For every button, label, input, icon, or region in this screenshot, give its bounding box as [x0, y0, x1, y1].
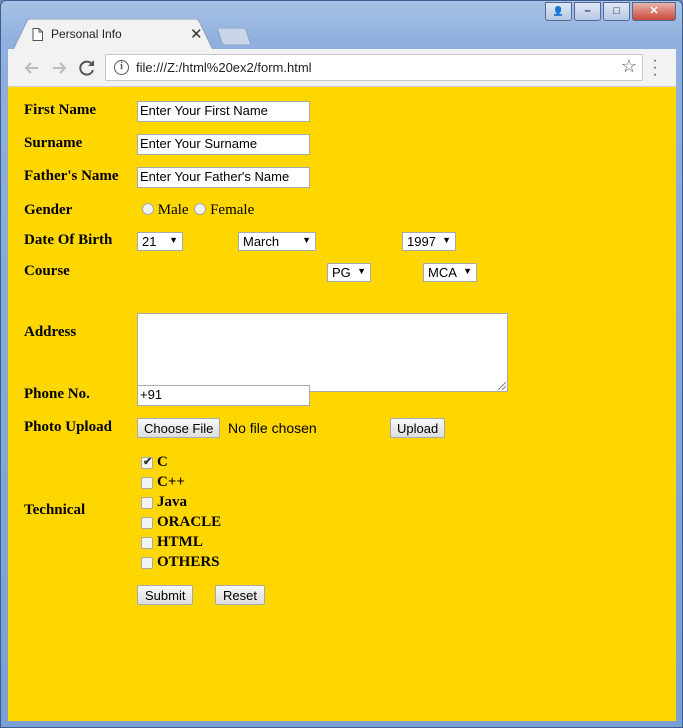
technical-option-others[interactable]: OTHERS: [141, 554, 220, 571]
dob-year-select[interactable]: 1997 ▼: [402, 232, 456, 251]
page-content: First Name Enter Your First Name Surname…: [8, 87, 676, 721]
star-icon[interactable]: ☆: [621, 56, 637, 77]
course-label: Course: [24, 263, 70, 279]
chevron-down-icon: ▼: [302, 235, 311, 245]
technical-label: Technical: [24, 502, 86, 518]
dob-year-value: 1997: [407, 234, 436, 249]
close-icon[interactable]: ✕: [190, 25, 203, 43]
gender-radio-group: Male Female: [137, 202, 254, 219]
checkbox-java[interactable]: [141, 496, 153, 509]
gender-male-label: Male: [157, 202, 189, 218]
arrow-left-icon[interactable]: [21, 57, 43, 79]
technical-option-label: OTHERS: [157, 554, 220, 570]
dob-label: Date Of Birth: [24, 232, 113, 248]
surname-label: Surname: [24, 135, 83, 151]
dob-day-value: 21: [142, 234, 157, 249]
dob-day-select[interactable]: 21 ▼: [137, 232, 183, 251]
phone-input[interactable]: +91: [137, 385, 310, 406]
info-icon[interactable]: i: [114, 60, 129, 75]
resize-handle-icon[interactable]: [498, 382, 506, 390]
technical-option-oracle[interactable]: ORACLE: [141, 514, 221, 531]
technical-option-label: Java: [157, 494, 187, 510]
browser-window: 👤 – □ ✕ Personal Info ✕ i file:///Z:/htm…: [0, 0, 683, 728]
url-text[interactable]: file:///Z:/html%20ex2/form.html: [136, 60, 312, 75]
checkbox-others[interactable]: [141, 556, 153, 569]
course-program-value: MCA: [428, 265, 457, 280]
arrow-right-icon[interactable]: [48, 57, 70, 79]
technical-option-label: C: [157, 454, 168, 470]
chevron-down-icon: ▼: [357, 266, 366, 276]
address-bar[interactable]: i file:///Z:/html%20ex2/form.html ☆: [105, 54, 643, 81]
reload-icon[interactable]: [76, 57, 98, 79]
gender-label: Gender: [24, 202, 73, 218]
maximize-button[interactable]: □: [603, 2, 630, 21]
tab-title: Personal Info: [51, 27, 122, 41]
address-label: Address: [24, 324, 77, 340]
choose-file-button[interactable]: Choose File: [137, 418, 221, 438]
gender-male-radio[interactable]: [142, 203, 154, 215]
minimize-button[interactable]: –: [574, 2, 601, 21]
technical-option-label: ORACLE: [157, 514, 222, 530]
reset-button[interactable]: Reset: [215, 585, 265, 605]
checkbox-oracle[interactable]: [141, 516, 153, 529]
course-level-value: PG: [332, 265, 351, 280]
technical-option-html[interactable]: HTML: [141, 534, 203, 551]
checkbox-html[interactable]: [141, 536, 153, 549]
dob-month-select[interactable]: March ▼: [238, 232, 316, 251]
fathers-name-input[interactable]: Enter Your Father's Name: [137, 167, 310, 188]
new-tab-button[interactable]: [217, 28, 251, 45]
technical-option-label: HTML: [157, 534, 203, 550]
user-icon[interactable]: 👤: [545, 2, 572, 21]
phone-label: Phone No.: [24, 386, 90, 402]
technical-option-cpp[interactable]: C++: [141, 474, 185, 491]
window-controls: 👤 – □ ✕: [543, 2, 676, 22]
chevron-down-icon: ▼: [442, 235, 451, 245]
dob-month-value: March: [243, 234, 280, 249]
technical-option-label: C++: [157, 474, 185, 490]
checkbox-cpp[interactable]: [141, 476, 153, 489]
technical-option-java[interactable]: Java: [141, 494, 187, 511]
checkbox-c[interactable]: [141, 455, 153, 469]
fathers-name-label: Father's Name: [24, 168, 119, 184]
course-program-select[interactable]: MCA ▼: [423, 263, 477, 282]
close-window-button[interactable]: ✕: [632, 2, 676, 21]
first-name-label: First Name: [24, 102, 97, 118]
gender-female-label: Female: [210, 202, 255, 218]
file-status-text: No file chosen: [228, 420, 317, 436]
surname-input[interactable]: Enter Your Surname: [137, 134, 310, 155]
chevron-down-icon: ▼: [463, 266, 472, 276]
technical-option-c[interactable]: C: [141, 454, 168, 471]
kebab-menu-icon[interactable]: · · ·: [650, 53, 660, 83]
photo-upload-label: Photo Upload: [24, 419, 112, 435]
first-name-input[interactable]: Enter Your First Name: [137, 101, 310, 122]
address-textarea[interactable]: [137, 313, 508, 392]
submit-button[interactable]: Submit: [137, 585, 194, 605]
chevron-down-icon: ▼: [169, 235, 178, 245]
document-icon: [32, 28, 43, 41]
upload-button[interactable]: Upload: [390, 418, 446, 438]
browser-toolbar: i file:///Z:/html%20ex2/form.html ☆ · · ·: [8, 49, 676, 87]
gender-female-radio[interactable]: [194, 203, 207, 215]
course-level-select[interactable]: PG ▼: [327, 263, 371, 282]
